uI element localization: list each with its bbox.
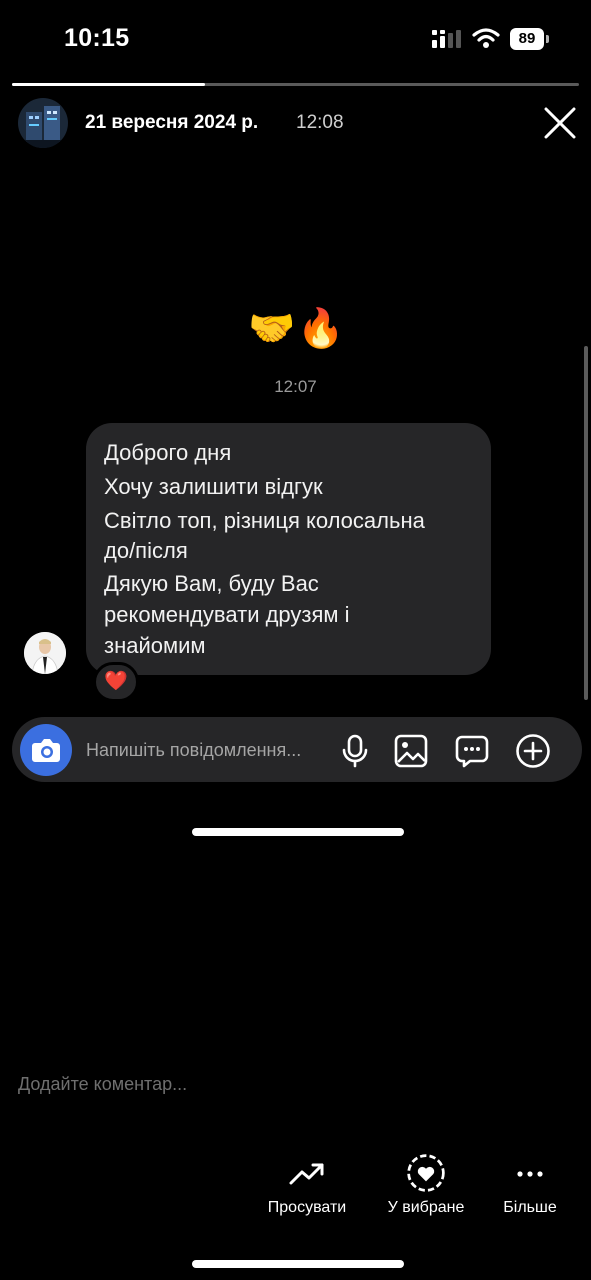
status-time: 10:15 xyxy=(64,24,130,52)
sender-avatar[interactable] xyxy=(24,632,66,674)
microphone-icon[interactable] xyxy=(337,733,373,769)
message-line: Доброго дня xyxy=(104,440,232,465)
promote-label: Просувати xyxy=(267,1199,347,1216)
image-icon[interactable] xyxy=(393,733,429,769)
message-line: Хочу залишити відгук xyxy=(104,474,323,499)
favorite-label: У вибране xyxy=(387,1199,465,1216)
home-indicator xyxy=(192,828,404,836)
battery-indicator: 89 xyxy=(510,28,550,50)
story-avatar[interactable] xyxy=(18,98,68,148)
promote-button[interactable]: Просувати xyxy=(257,1155,357,1217)
camera-button[interactable] xyxy=(20,724,72,776)
more-dots-icon xyxy=(517,1171,543,1177)
message-input[interactable]: Напишіть повідомлення... xyxy=(86,740,301,761)
message-line: до/після xyxy=(104,538,188,563)
more-button[interactable]: Більше xyxy=(495,1155,565,1217)
story-date: 21 вересня 2024 р. xyxy=(85,112,259,133)
signal-icon xyxy=(432,30,461,48)
story-progress-bar xyxy=(12,83,579,86)
story-progress-fill xyxy=(12,83,205,86)
message-line: рекомендувати друзям і xyxy=(104,602,350,627)
message-bubble[interactable]: Доброго дня Хочу залишити відгук Світло … xyxy=(86,423,491,675)
favorite-button[interactable]: У вибране xyxy=(378,1153,474,1217)
message-line: Світло топ, різниця колосальна xyxy=(104,508,425,533)
emoji-message: 🤝🔥 xyxy=(248,306,347,350)
wifi-icon xyxy=(472,28,500,48)
trending-up-icon xyxy=(289,1163,324,1185)
message-timestamp: 12:07 xyxy=(274,377,317,396)
chat-scrollbar[interactable] xyxy=(584,346,588,700)
battery-level: 89 xyxy=(518,30,536,47)
heart-circle-icon xyxy=(407,1154,445,1192)
plus-icon[interactable] xyxy=(515,733,551,769)
home-indicator-bottom xyxy=(192,1260,404,1268)
more-label: Більше xyxy=(503,1199,557,1216)
heart-reaction[interactable]: ❤️ xyxy=(93,662,139,702)
sticker-icon[interactable] xyxy=(454,733,490,769)
close-icon[interactable] xyxy=(540,103,580,143)
story-time: 12:08 xyxy=(296,112,344,133)
message-line: Дякую Вам, буду Вас xyxy=(104,571,319,596)
camera-icon xyxy=(32,739,60,762)
message-line: знайомим xyxy=(104,633,206,658)
comment-input[interactable]: Додайте коментар... xyxy=(18,1074,187,1095)
